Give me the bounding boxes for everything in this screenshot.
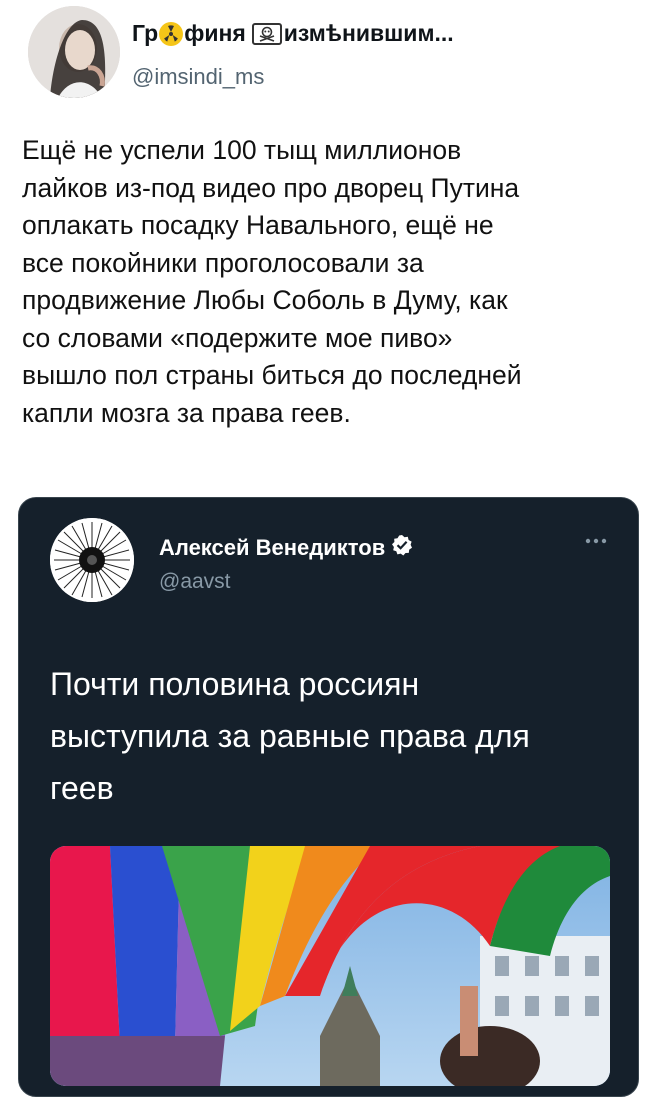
radioactive-emoji-icon (159, 21, 184, 46)
tweet-line: лайков из-под видео про дворец Путина (22, 172, 520, 203)
tweet-line: Ещё не успели 100 тыщ миллионов (22, 135, 462, 165)
verified-badge-icon (391, 534, 413, 562)
tweet-body: Ещё не успели 100 тыщ миллионов лайков и… (22, 132, 632, 432)
quoted-author-handle[interactable]: @aavst (159, 570, 231, 594)
rainbow-flag-photo (50, 846, 610, 1086)
quoted-author-name-text: Алексей Венедиктов (159, 535, 386, 560)
tweet-line: со словами «подержите мое пиво» (22, 322, 453, 353)
quoted-tweet-line: выступила за равные права для (50, 718, 530, 754)
more-options-icon[interactable] (584, 532, 608, 550)
quoted-tweet-body: Почти половина россиян выступила за равн… (50, 658, 620, 814)
quoted-author-avatar[interactable] (50, 518, 134, 602)
tweet-line: оплакать посадку Навального, ещё не (22, 210, 494, 240)
author-name-part3: измѣнившим... (283, 20, 454, 46)
author-avatar[interactable] (28, 6, 120, 98)
quoted-tweet-line: Почти половина россиян (50, 666, 420, 702)
tweet-line: продвижение Любы Соболь в Думу, как (22, 285, 508, 315)
author-name[interactable]: Гр финя измѣнившим... (132, 20, 454, 47)
author-handle[interactable]: @imsindi_ms (132, 64, 264, 90)
quoted-tweet-line: геев (50, 770, 114, 806)
quoted-tweet-card[interactable]: Алексей Венедиктов @aavst Почти половина… (18, 497, 639, 1097)
tweet-header: Гр финя измѣнившим... @imsindi_ms (28, 6, 628, 106)
author-name-part2: финя (184, 20, 246, 46)
author-name-part1: Гр (132, 20, 159, 46)
tweet-line: капли мозга за права геев. (22, 397, 351, 428)
quoted-author-name[interactable]: Алексей Венедиктов (159, 534, 413, 562)
quoted-avatar-image (50, 518, 134, 602)
author-avatar-photo (28, 6, 120, 98)
quoted-tweet-photo[interactable] (50, 846, 610, 1086)
tweet-line: вышло пол страны биться до последней (22, 360, 522, 390)
tweet-line: все покойники проголосовали за (22, 247, 424, 278)
skull-crossbones-icon (251, 22, 282, 45)
